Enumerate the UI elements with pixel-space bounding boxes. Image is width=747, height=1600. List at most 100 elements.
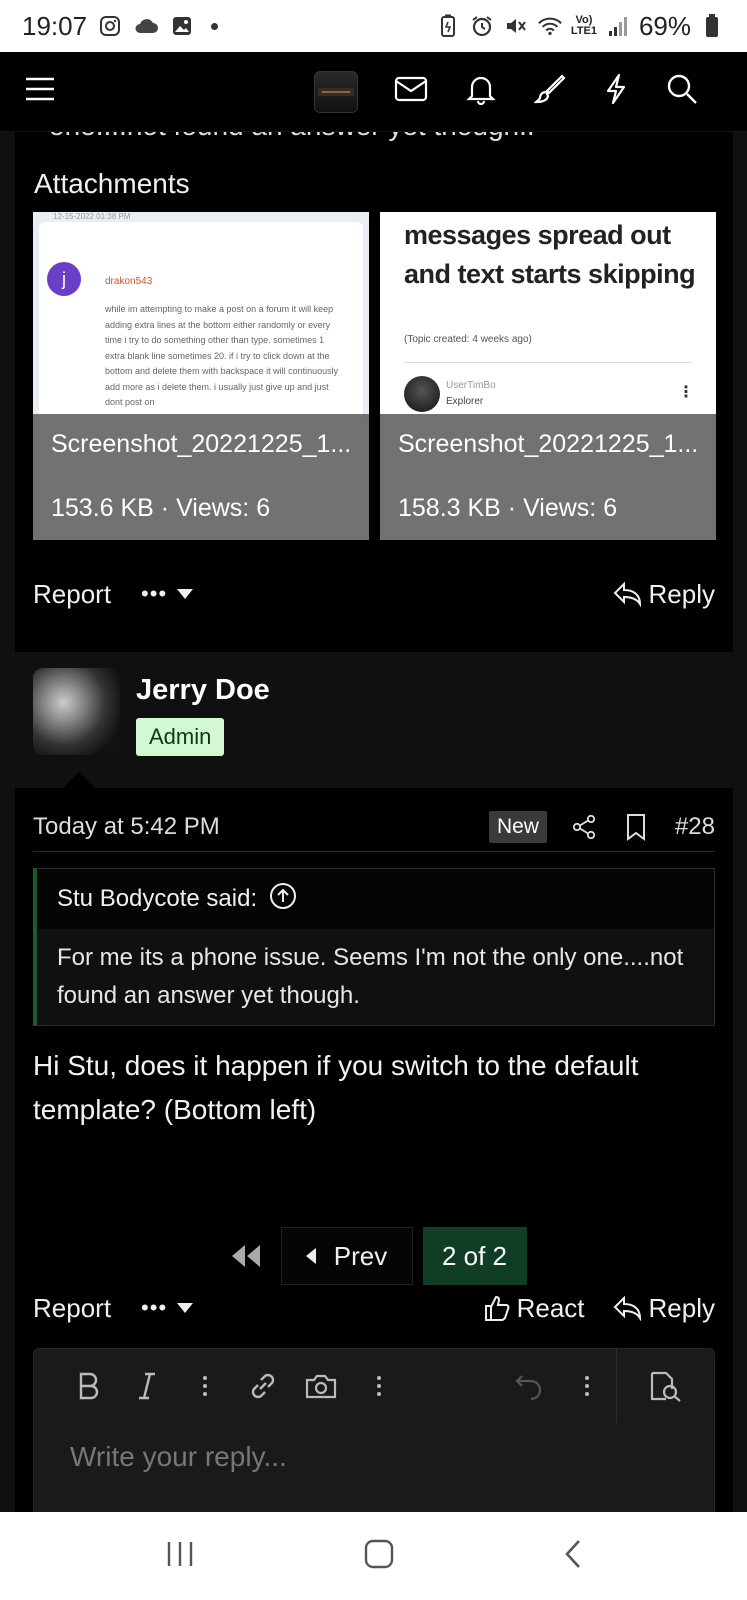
vertical-dots-icon [203, 1376, 207, 1396]
more-text-options-button[interactable] [176, 1375, 234, 1397]
caret-left-icon [305, 1248, 316, 1264]
site-logo[interactable] [314, 70, 358, 113]
italic-button[interactable] [118, 1372, 176, 1400]
status-time: 19:07 [22, 10, 88, 41]
menu-icon[interactable] [24, 76, 84, 107]
link-button[interactable] [234, 1371, 292, 1401]
brush-icon[interactable] [533, 73, 566, 110]
undo-icon [515, 1375, 542, 1400]
reply-icon [613, 581, 641, 607]
avatar: j [47, 262, 81, 296]
avatar[interactable] [33, 668, 120, 755]
new-badge: New [488, 810, 547, 843]
caret-down-icon [177, 1303, 194, 1313]
post-actions: Report ••• Reply [15, 564, 733, 624]
gallery-icon [169, 13, 195, 39]
thread-content: one....not found an answer yet though.. … [0, 132, 747, 1512]
back-button[interactable] [563, 1539, 583, 1574]
post-user-header: Jerry Doe Admin [15, 652, 733, 788]
attachment-thumbnail[interactable]: 12-15-2022 01:38 PM j drakon543 while im… [33, 212, 369, 540]
reply-editor-container: Write your reply... [15, 1328, 733, 1528]
italic-icon [139, 1372, 155, 1400]
search-icon[interactable] [666, 73, 698, 110]
system-nav-bar [0, 1512, 747, 1600]
admin-badge: Admin [136, 718, 225, 756]
battery-icon [699, 13, 725, 39]
image-button[interactable] [292, 1373, 350, 1399]
pagination: Prev 2 of 2 [0, 1226, 747, 1286]
react-button[interactable]: React [483, 1293, 585, 1324]
post-text-fragment: one....not found an answer yet though.. [49, 132, 535, 142]
attachment-filename: Screenshot_20221225_1... [51, 430, 352, 458]
undo-button[interactable] [500, 1372, 558, 1400]
recent-apps-icon [167, 1541, 192, 1566]
preview-button[interactable] [616, 1349, 714, 1423]
editor-toolbar [34, 1349, 714, 1423]
vertical-dots-icon [377, 1376, 381, 1396]
more-insert-options-button[interactable] [350, 1375, 408, 1397]
post-previous: one....not found an answer yet though.. … [15, 132, 733, 652]
more-options-button[interactable]: ••• [141, 1295, 194, 1321]
kebab-icon: ⋮ [678, 384, 694, 401]
reply-input-placeholder[interactable]: Write your reply... [70, 1441, 287, 1473]
preview-icon [650, 1371, 681, 1402]
attachments-title: Attachments [34, 168, 190, 199]
attachment-meta: 158.3 KB · Views: 6 [398, 494, 618, 522]
inbox-icon[interactable] [394, 76, 428, 107]
lightning-icon[interactable] [604, 73, 628, 110]
battery-percent: 69% [638, 10, 691, 41]
vertical-dots-icon [585, 1376, 589, 1396]
status-bar: 19:07 Vo) LTE1 69% [0, 0, 747, 52]
report-button[interactable]: Report [33, 1293, 111, 1324]
instagram-icon [97, 13, 123, 39]
quote-block: Stu Bodycote said: For me its a phone is… [33, 868, 715, 1026]
double-chevron-left-icon [231, 1245, 260, 1267]
current-page-indicator[interactable]: 2 of 2 [422, 1227, 527, 1285]
report-button[interactable]: Report [33, 579, 111, 610]
post-number[interactable]: #28 [675, 813, 715, 841]
more-editor-options-button[interactable] [558, 1375, 616, 1397]
reply-button[interactable]: Reply [613, 1293, 715, 1324]
quote-text: For me its a phone issue. Seems I'm not … [37, 929, 714, 1025]
reply-icon [613, 1295, 641, 1321]
post-meta: Today at 5:42 PM New #28 [33, 802, 715, 852]
quote-author: Stu Bodycote said: [57, 885, 258, 912]
bold-icon [79, 1372, 99, 1400]
wifi-icon [537, 13, 563, 39]
home-icon [364, 1539, 393, 1568]
bookmark-icon[interactable] [625, 813, 647, 841]
app-header [0, 52, 747, 132]
battery-saver-icon [435, 13, 461, 39]
network-type: Vo) LTE1 [570, 14, 597, 37]
reply-button[interactable]: Reply [613, 579, 715, 610]
attachment-preview-image: messages spread out and text starts skip… [380, 212, 716, 422]
caret-down-icon [177, 589, 194, 599]
post-message: Hi Stu, does it happen if you switch to … [33, 1050, 639, 1125]
first-page-button[interactable] [221, 1227, 271, 1285]
recent-apps-button[interactable] [165, 1540, 195, 1573]
signal-icon [605, 13, 631, 39]
more-options-button[interactable]: ••• [141, 581, 194, 607]
reply-editor[interactable]: Write your reply... [33, 1348, 715, 1528]
attachment-preview-image: 12-15-2022 01:38 PM j drakon543 while im… [33, 212, 369, 442]
notification-dot [211, 22, 219, 30]
bell-icon[interactable] [466, 73, 496, 110]
attachment-filename: Screenshot_20221225_1... [398, 430, 699, 458]
attachment-meta: 153.6 KB · Views: 6 [51, 494, 271, 522]
post-time[interactable]: Today at 5:42 PM [33, 813, 220, 841]
camera-icon [305, 1374, 337, 1399]
mute-icon [503, 13, 529, 39]
jump-to-quote-icon[interactable] [269, 882, 297, 917]
link-icon [251, 1373, 275, 1399]
alarm-icon [469, 13, 495, 39]
prev-page-button[interactable]: Prev [280, 1227, 413, 1285]
bold-button[interactable] [60, 1372, 118, 1400]
post-username[interactable]: Jerry Doe [136, 674, 270, 707]
attachment-thumbnail[interactable]: messages spread out and text starts skip… [380, 212, 716, 540]
cloud-icon [133, 13, 159, 39]
back-icon [564, 1539, 580, 1568]
thumbs-up-icon [484, 1295, 509, 1321]
avatar [404, 376, 440, 412]
home-button[interactable] [364, 1539, 394, 1574]
share-icon[interactable] [571, 814, 597, 840]
